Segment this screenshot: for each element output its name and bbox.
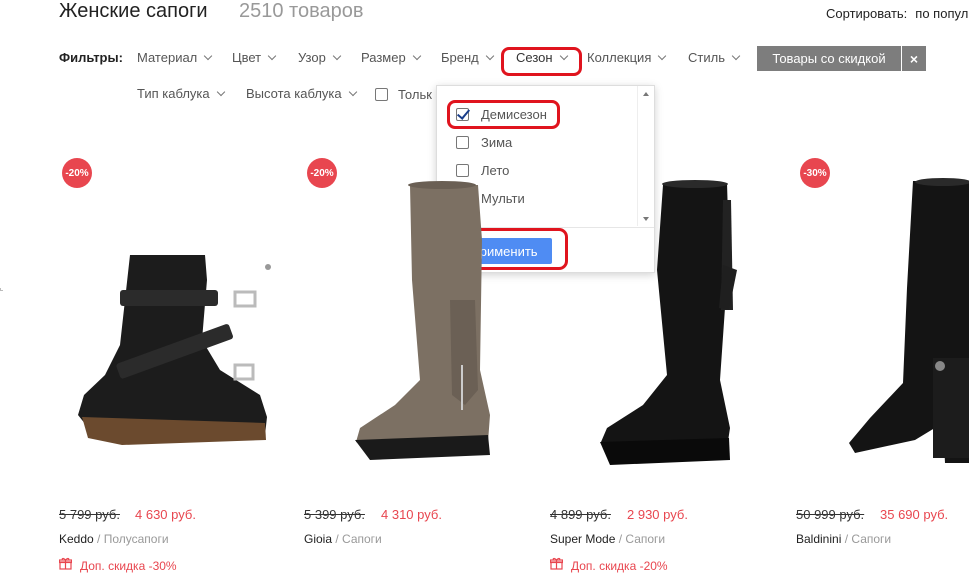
- summer-checkbox[interactable]: [456, 164, 469, 178]
- category-name[interactable]: Полусапоги: [104, 532, 169, 546]
- season-option-summer[interactable]: Лето: [456, 163, 509, 178]
- filter-label: Цвет: [232, 50, 262, 65]
- filter-collection[interactable]: Коллекция: [587, 50, 667, 65]
- promo-text: Доп. скидка -20%: [571, 559, 668, 573]
- brand-name[interactable]: Gioia: [304, 532, 332, 546]
- filter-size[interactable]: Размер: [361, 50, 421, 65]
- only-filter[interactable]: Тольк: [375, 87, 432, 102]
- filter-label: Материал: [137, 50, 198, 65]
- sort-control[interactable]: Сортировать: по попул: [826, 6, 968, 21]
- new-price: 4 630 руб.: [135, 507, 196, 522]
- demiseason-highlight: [447, 100, 560, 129]
- filter-style[interactable]: Стиль: [688, 50, 741, 65]
- discount-close-button[interactable]: ×: [902, 46, 926, 71]
- category-separator: /: [332, 532, 343, 546]
- chevron-down-icon: [348, 87, 357, 97]
- brand-name[interactable]: Keddo: [59, 532, 94, 546]
- edge-marker: [0, 288, 3, 291]
- gift-icon: [58, 557, 73, 573]
- old-price: 4 899 руб.: [550, 507, 611, 522]
- chevron-down-icon: [267, 51, 277, 61]
- filter-label: Высота каблука: [246, 86, 342, 101]
- only-checkbox[interactable]: [375, 88, 388, 102]
- new-price: 2 930 руб.: [627, 507, 688, 522]
- option-label: Зима: [481, 135, 513, 150]
- product-brand[interactable]: Super Mode / Сапоги: [550, 532, 665, 546]
- category-separator: /: [93, 532, 104, 546]
- filter-label: Тип каблука: [137, 86, 210, 101]
- filter-pattern[interactable]: Узор: [298, 50, 342, 65]
- old-price: 5 799 руб.: [59, 507, 120, 522]
- brand-name[interactable]: Super Mode: [550, 532, 615, 546]
- filter-label: Коллекция: [587, 50, 652, 65]
- chevron-down-icon: [731, 51, 741, 61]
- category-name[interactable]: Сапоги: [851, 532, 891, 546]
- product-image-taupe-boot[interactable]: [350, 180, 495, 460]
- filter-label: Узор: [298, 50, 326, 65]
- brand-name[interactable]: Baldinini: [796, 532, 841, 546]
- only-label: Тольк: [398, 87, 432, 102]
- category-separator: /: [841, 532, 852, 546]
- filter-label: Бренд: [441, 50, 479, 65]
- page-title: Женские сапоги: [59, 0, 208, 22]
- filter-label: Стиль: [688, 50, 725, 65]
- filter-label: Размер: [361, 50, 406, 65]
- filter-heel-height[interactable]: Высота каблука: [246, 86, 357, 101]
- chevron-down-icon: [204, 51, 213, 61]
- chevron-down-icon: [485, 51, 495, 61]
- category-separator: /: [615, 532, 626, 546]
- product-image-baldinini-boot[interactable]: [845, 178, 969, 463]
- filter-color[interactable]: Цвет: [232, 50, 277, 65]
- promo-text: Доп. скидка -30%: [80, 559, 177, 573]
- chevron-down-icon: [216, 87, 225, 97]
- chevron-down-icon: [412, 51, 421, 61]
- option-label: Лето: [481, 163, 510, 178]
- new-price: 35 690 руб.: [880, 507, 949, 522]
- filter-material[interactable]: Материал: [137, 50, 213, 65]
- category-name[interactable]: Сапоги: [342, 532, 382, 546]
- gift-icon: [549, 557, 564, 573]
- filter-heel-type[interactable]: Тип каблука: [137, 86, 225, 101]
- discount-filter-button[interactable]: Товары со скидкой: [757, 46, 901, 71]
- product-brand[interactable]: Baldinini / Сапоги: [796, 532, 891, 546]
- old-price: 50 999 руб.: [796, 507, 865, 522]
- new-price: 4 310 руб.: [381, 507, 442, 522]
- discount-badge: -30%: [800, 158, 830, 188]
- discount-badge: -20%: [307, 158, 337, 188]
- season-highlight: [501, 47, 582, 76]
- season-option-winter[interactable]: Зима: [456, 135, 512, 150]
- promo-discount: Доп. скидка -20%: [549, 557, 668, 573]
- category-name[interactable]: Сапоги: [625, 532, 665, 546]
- winter-checkbox[interactable]: [456, 136, 469, 150]
- chevron-down-icon: [658, 51, 667, 61]
- filter-brand[interactable]: Бренд: [441, 50, 495, 65]
- chevron-down-icon: [332, 51, 342, 61]
- promo-discount: Доп. скидка -30%: [58, 557, 177, 573]
- scroll-up-icon[interactable]: [643, 92, 649, 96]
- product-image-ankle-boot[interactable]: [70, 245, 280, 455]
- discount-badge: -20%: [62, 158, 92, 188]
- product-brand[interactable]: Gioia / Сапоги: [304, 532, 382, 546]
- filters-label: Фильтры:: [59, 50, 123, 65]
- product-image-black-boot[interactable]: [595, 180, 745, 465]
- page-header: Женские сапоги 2510 товаров Сортировать:…: [0, 0, 969, 36]
- product-brand[interactable]: Keddo / Полусапоги: [59, 532, 169, 546]
- product-count: 2510 товаров: [239, 0, 364, 22]
- old-price: 5 399 руб.: [304, 507, 365, 522]
- sort-label: Сортировать:: [826, 6, 908, 21]
- sort-value[interactable]: по попул: [915, 6, 968, 21]
